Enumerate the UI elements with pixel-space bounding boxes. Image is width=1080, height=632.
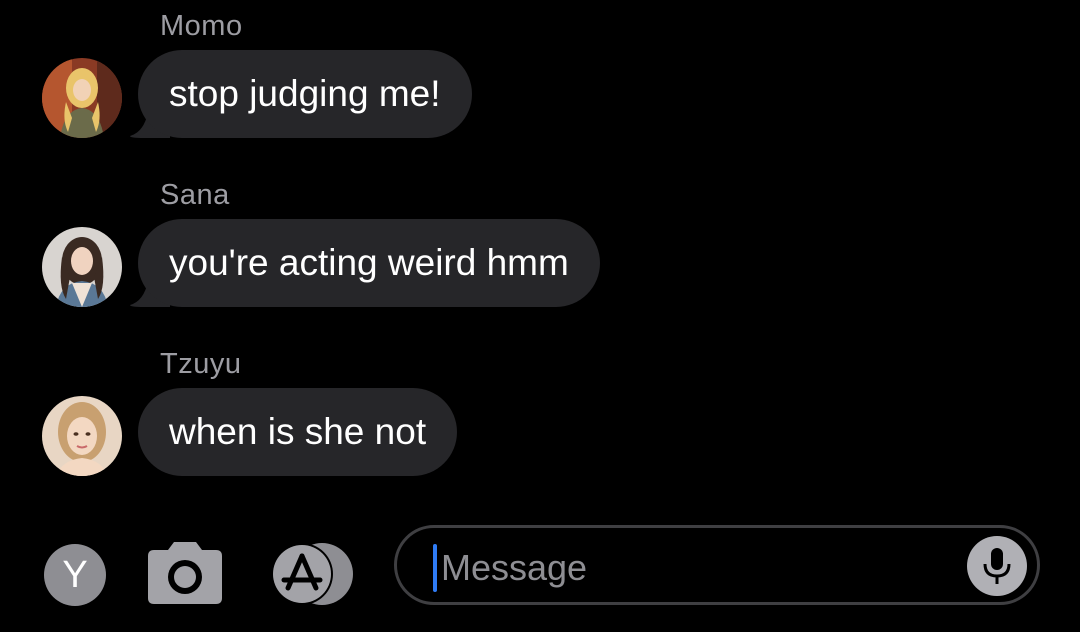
sana-avatar[interactable] xyxy=(42,227,122,307)
message-bubble[interactable]: stop judging me! xyxy=(130,50,472,138)
profile-button[interactable]: Y xyxy=(44,544,106,606)
momo-avatar[interactable] xyxy=(42,58,122,138)
message-text: stop judging me! xyxy=(138,50,472,138)
tzuyu-avatar[interactable] xyxy=(42,396,122,476)
message-bubble[interactable]: when is she not xyxy=(138,388,458,476)
camera-icon[interactable] xyxy=(148,540,222,604)
text-cursor xyxy=(433,544,437,592)
message-input[interactable]: Message xyxy=(394,525,1040,605)
microphone-icon[interactable] xyxy=(967,536,1027,596)
sender-name: Tzuyu xyxy=(160,348,242,380)
sender-name: Momo xyxy=(160,10,243,42)
message-thread: Momo stop judging me! Sana you're acting… xyxy=(0,0,1080,520)
message-text: you're acting weird hmm xyxy=(138,219,600,307)
message-placeholder: Message xyxy=(441,547,588,588)
app-store-icon[interactable] xyxy=(270,542,356,606)
compose-bar: Y Message xyxy=(0,520,1080,632)
sender-name: Sana xyxy=(160,179,230,211)
message-text: when is she not xyxy=(138,388,458,476)
message-bubble[interactable]: you're acting weird hmm xyxy=(130,219,600,307)
